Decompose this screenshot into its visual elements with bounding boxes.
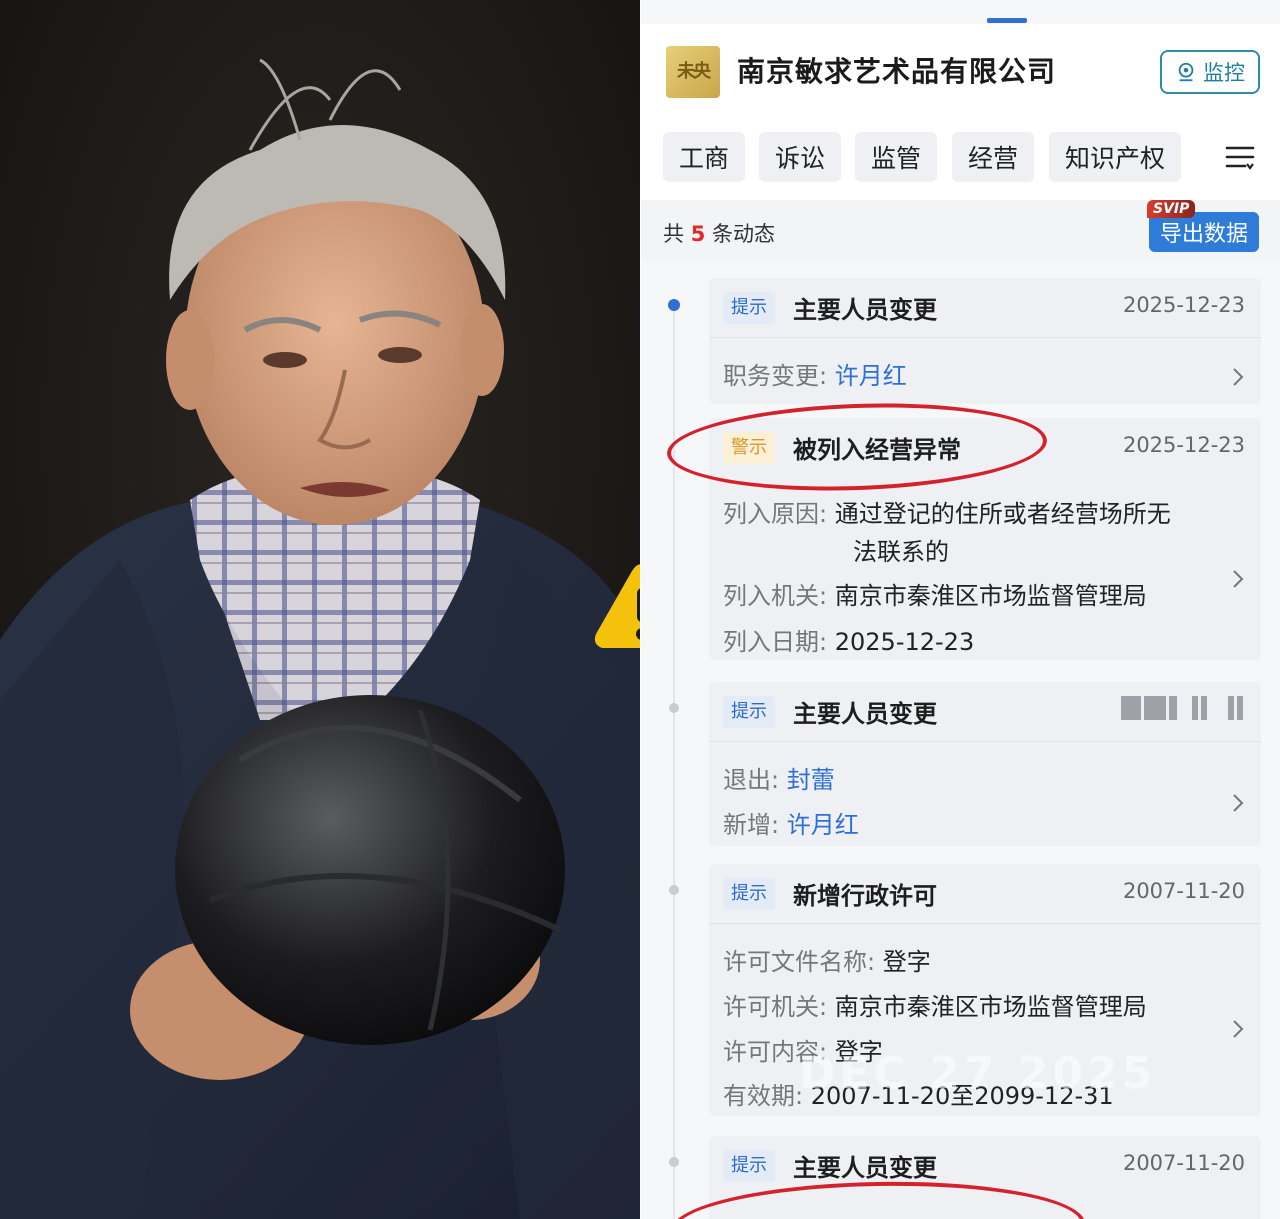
event-header: 提示 主要人员变更 2025-12-23: [709, 278, 1261, 338]
chevron-right-icon: [1233, 570, 1244, 588]
event-tag: 提示: [723, 1150, 775, 1182]
export-data-button[interactable]: 导出数据: [1149, 212, 1259, 252]
event-row: 许可机关: 南京市秦淮区市场监督管理局: [723, 987, 1147, 1022]
event-date: 2025-12-23: [1122, 293, 1245, 317]
chevron-right-icon: [1233, 794, 1244, 812]
event-date: 2007-11-20: [1122, 1151, 1245, 1175]
event-header: 提示 新增行政许可 2007-11-20: [709, 864, 1261, 924]
count-prefix: 共: [663, 222, 684, 246]
event-card[interactable]: 提示 主要人员变更 2025-12-23 职务变更: 许月红: [709, 278, 1261, 404]
row-key: 列入原因:: [723, 500, 828, 528]
photo-illustration: [0, 0, 640, 1219]
tab-bar: 工商 诉讼 监管 经营 知识产权: [641, 120, 1280, 200]
row-key: 列入机关:: [723, 582, 828, 610]
row-value: 通过登记的住所或者经营场所无: [834, 500, 1171, 528]
timeline-dot: [669, 1157, 679, 1167]
svip-badge: SVIP: [1147, 200, 1196, 218]
summary-bar: 共 5 条动态 导出数据 SVIP: [641, 200, 1280, 262]
event-row: 许可文件名称: 登字: [723, 942, 931, 977]
row-value: 登字: [882, 948, 931, 976]
person-link[interactable]: 封蕾: [787, 766, 835, 794]
row-value: 2025-12-23: [834, 628, 975, 656]
timeline-dot: [669, 885, 679, 895]
tab-business[interactable]: 工商: [663, 132, 745, 182]
tab-operation[interactable]: 经营: [952, 132, 1034, 182]
event-row: 职务变更: 许月红: [723, 356, 907, 391]
chevron-right-icon: [1233, 1020, 1244, 1038]
row-key: 许可机关:: [723, 993, 828, 1021]
event-row: 列入原因: 通过登记的住所或者经营场所无: [723, 494, 1171, 529]
row-value: 法联系的: [853, 538, 949, 566]
row-value: 南京市秦淮区市场监督管理局: [834, 993, 1147, 1021]
event-row: 列入日期: 2025-12-23: [723, 622, 974, 657]
row-key: 退出:: [723, 766, 780, 794]
tab-supervision[interactable]: 监管: [855, 132, 937, 182]
news-photo-elderly-man: [0, 0, 640, 1219]
warning-icon: [594, 564, 640, 648]
event-title: 新增行政许可: [793, 882, 937, 910]
event-row: 列入机关: 南京市秦淮区市场监督管理局: [723, 576, 1147, 611]
row-key: 许可文件名称:: [723, 948, 876, 976]
monitor-button[interactable]: 监控: [1160, 50, 1260, 94]
date-watermark: DEC 27 2025: [799, 1048, 1157, 1099]
scroll-indicator: [987, 18, 1027, 23]
company-info-panel: 未央 南京敏求艺术品有限公司 监控 工商 诉讼 监管 经营 知识产权 共 5 条…: [641, 0, 1280, 1219]
event-tag: 提示: [723, 292, 775, 324]
event-title: 主要人员变更: [793, 1154, 937, 1182]
row-key: 新增:: [723, 811, 780, 839]
event-count: 5: [690, 222, 706, 246]
tab-ip[interactable]: 知识产权: [1049, 132, 1181, 182]
event-title: 主要人员变更: [793, 700, 937, 728]
company-logo: 未央: [666, 46, 720, 98]
event-date: 2007-11-20: [1122, 879, 1245, 903]
event-header: 提示 主要人员变更: [709, 682, 1261, 742]
event-date: 2025-12-23: [1122, 433, 1245, 457]
event-card[interactable]: 提示 主要人员变更 退出: 封蕾 新增: 许月红: [709, 682, 1261, 846]
timeline-line: [673, 300, 675, 1219]
monitor-label: 监控: [1203, 61, 1245, 85]
event-row-continued: 法联系的: [853, 532, 949, 567]
row-key: 职务变更:: [723, 362, 828, 390]
menu-icon[interactable]: [1225, 142, 1255, 172]
person-link[interactable]: 许月红: [787, 811, 859, 839]
person-link[interactable]: 许月红: [835, 362, 907, 390]
row-key: 列入日期:: [723, 628, 828, 656]
event-count-text: 共 5 条动态: [663, 218, 775, 248]
chevron-right-icon: [1233, 368, 1244, 386]
row-value: 南京市秦淮区市场监督管理局: [834, 582, 1147, 610]
count-suffix: 条动态: [712, 222, 775, 246]
company-name: 南京敏求艺术品有限公司: [737, 55, 1057, 88]
row-key: 有效期:: [723, 1082, 804, 1110]
event-date-obscured: [1121, 696, 1247, 720]
event-title: 主要人员变更: [793, 296, 937, 324]
event-tag: 提示: [723, 878, 775, 910]
event-row: 新增: 许月红: [723, 805, 859, 840]
event-row: 退出: 封蕾: [723, 760, 835, 795]
event-tag: 提示: [723, 696, 775, 728]
tab-litigation[interactable]: 诉讼: [759, 132, 841, 182]
timeline-dot-active: [668, 299, 680, 311]
location-eye-icon: [1178, 62, 1194, 82]
company-header: 未央 南京敏求艺术品有限公司 监控: [641, 24, 1280, 120]
timeline-dot: [669, 703, 679, 713]
